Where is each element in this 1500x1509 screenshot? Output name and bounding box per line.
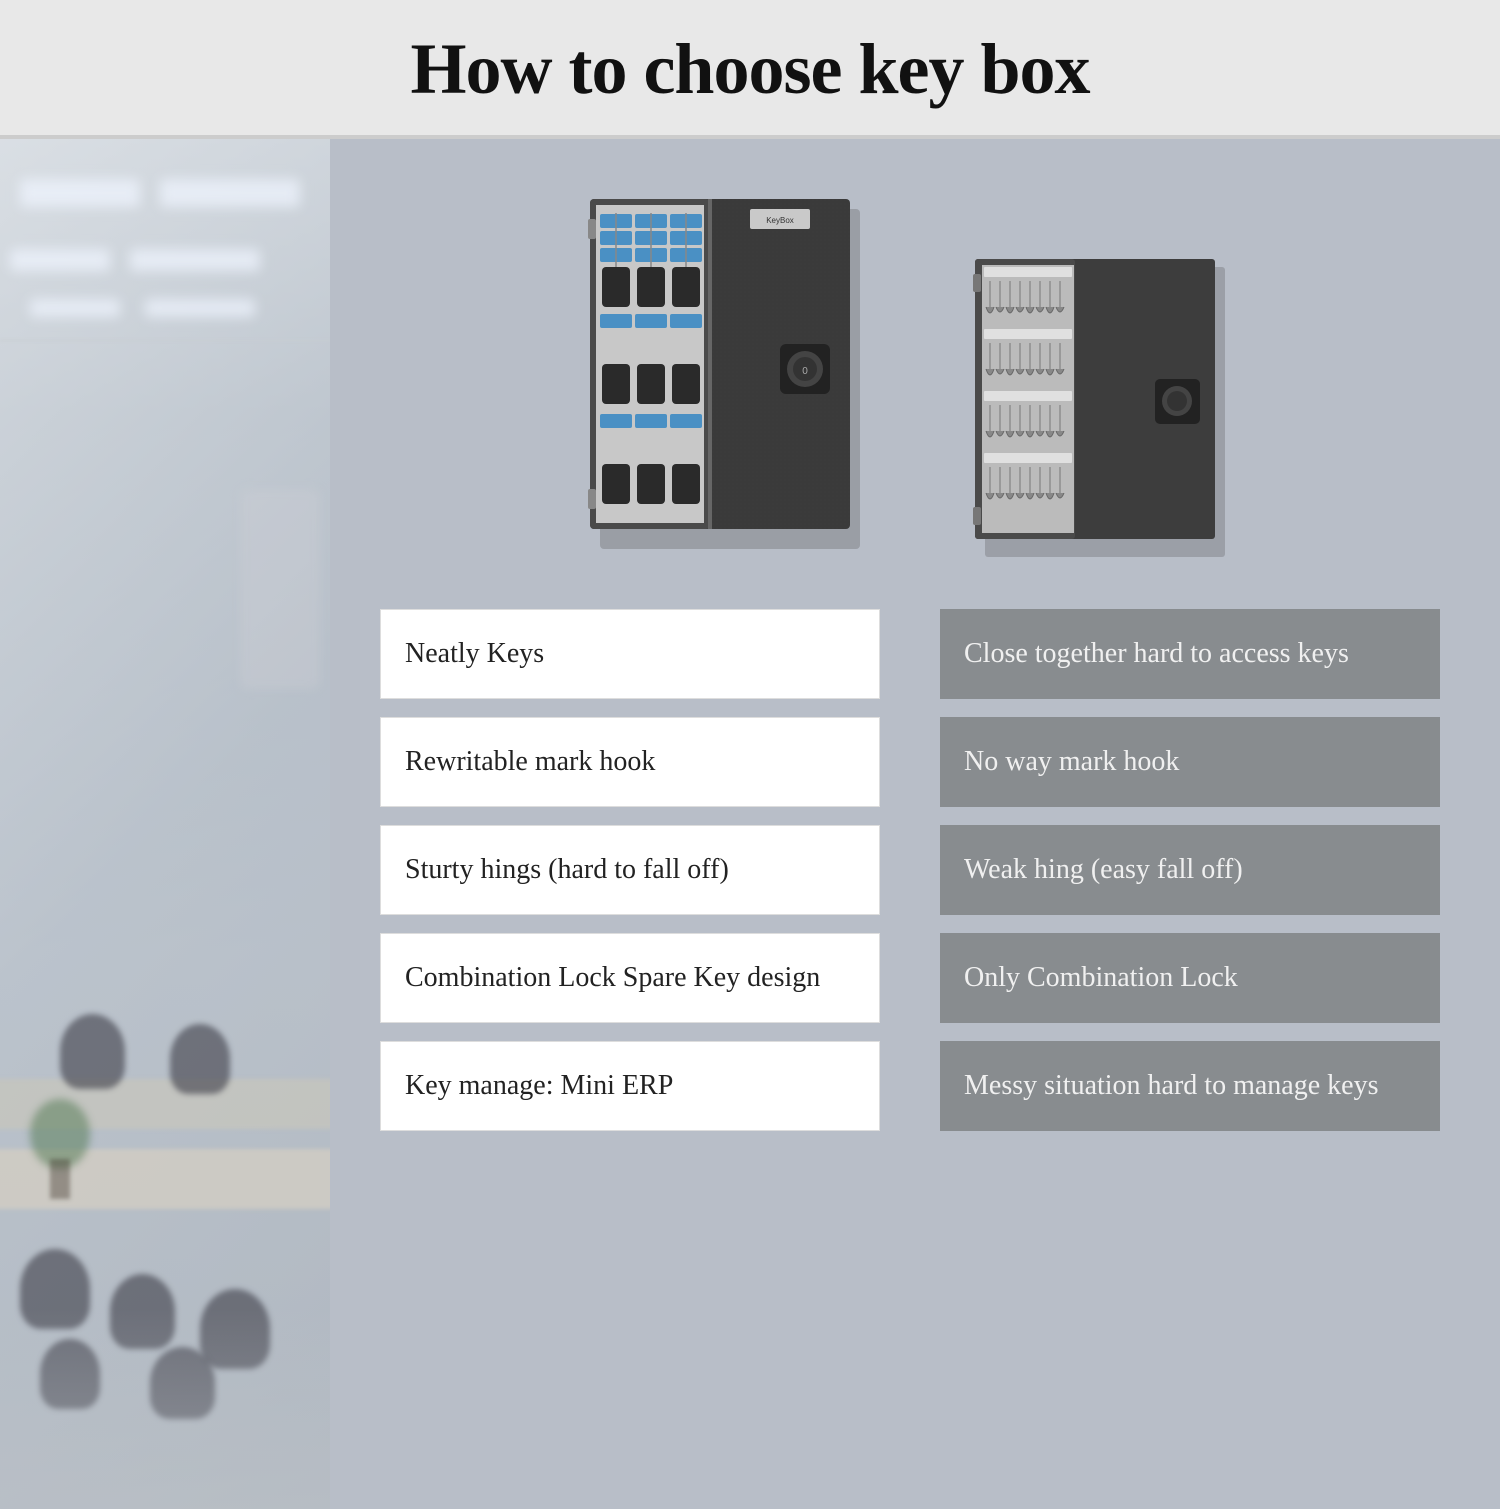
ceiling-light-5	[30, 299, 120, 317]
good-key-box-svg: 0	[580, 199, 890, 569]
products-row: 0	[380, 179, 1440, 569]
floor-gradient	[0, 1309, 330, 1509]
room-line	[0, 339, 330, 342]
ceiling-light-3	[10, 249, 110, 271]
good-feature-3: Sturty hings (hard to fall off)	[380, 825, 880, 915]
bad-feature-3: Weak hing (easy fall off)	[940, 825, 1440, 915]
ceiling-light-4	[130, 249, 260, 271]
svg-text:0: 0	[802, 366, 808, 377]
comparison-section: Neatly Keys Rewritable mark hook Sturty …	[380, 609, 1440, 1131]
page-header: How to choose key box	[0, 0, 1500, 135]
right-panel: 0	[330, 139, 1500, 1509]
bad-feature-4: Only Combination Lock	[940, 933, 1440, 1023]
plant-stem	[50, 1159, 70, 1199]
bad-key-box-svg	[970, 259, 1240, 569]
bad-key-box-image	[970, 259, 1240, 569]
ceiling-light-1	[20, 179, 140, 207]
ceiling-light-2	[160, 179, 300, 207]
bad-feature-1: Close together hard to access keys	[940, 609, 1440, 699]
good-feature-2: Rewritable mark hook	[380, 717, 880, 807]
good-feature-4: Combination Lock Spare Key design	[380, 933, 880, 1023]
good-feature-5: Key manage: Mini ERP	[380, 1041, 880, 1131]
good-key-box-image: 0	[580, 199, 890, 569]
main-content: 0	[0, 139, 1500, 1509]
page-title: How to choose key box	[0, 28, 1500, 111]
office-background	[0, 139, 330, 1509]
bad-feature-5: Messy situation hard to manage keys	[940, 1041, 1440, 1131]
good-feature-1: Neatly Keys	[380, 609, 880, 699]
staircase	[240, 489, 320, 689]
svg-text:KeyBox: KeyBox	[766, 216, 794, 225]
bad-feature-2: No way mark hook	[940, 717, 1440, 807]
bad-features-column: Close together hard to access keys No wa…	[940, 609, 1440, 1131]
chair-7	[170, 1024, 230, 1094]
ceiling-light-6	[145, 299, 255, 317]
chair-6	[60, 1014, 125, 1089]
good-features-column: Neatly Keys Rewritable mark hook Sturty …	[380, 609, 880, 1131]
